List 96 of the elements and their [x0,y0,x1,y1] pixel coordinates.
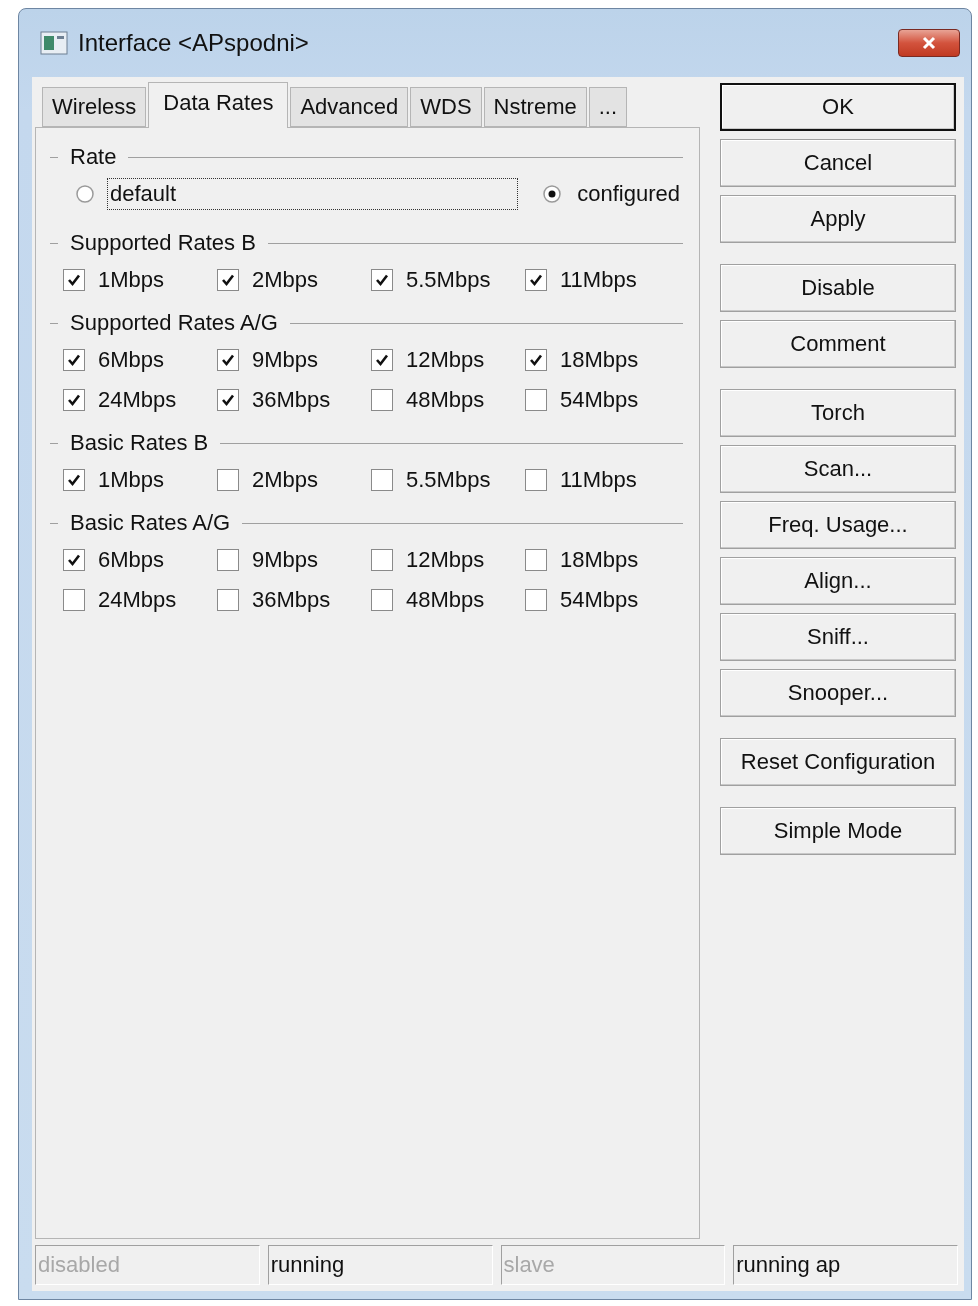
checkbox-label: 9Mbps [252,347,319,373]
checkmark-icon [67,353,81,367]
checkbox-label: 24Mbps [98,587,177,613]
dialog-button[interactable]: Simple Mode [720,807,956,855]
radio-button[interactable] [75,184,95,204]
group-heading: Supported Rates A/G [70,310,278,336]
checkbox[interactable] [63,349,85,371]
checkbox-label: 2Mbps [252,467,319,493]
checkbox[interactable] [217,549,239,571]
radio-label: default [107,178,519,210]
checkbox-label: 12Mbps [406,347,485,373]
checkmark-icon [375,273,389,287]
close-button[interactable] [898,29,960,57]
checkbox[interactable] [63,469,85,491]
checkmark-icon [67,273,81,287]
checkbox-label: 24Mbps [98,387,177,413]
tab[interactable]: WDS [410,87,482,127]
checkbox[interactable] [217,269,239,291]
checkbox-label: 11Mbps [560,467,637,493]
checkmark-icon [221,353,235,367]
dialog-button[interactable]: Comment [720,320,956,368]
dialog-button[interactable]: Cancel [720,139,956,187]
checkbox[interactable] [63,389,85,411]
checkmark-icon [221,273,235,287]
dialog-button[interactable]: Sniff... [720,613,956,661]
dialog-button[interactable]: Reset Configuration [720,738,956,786]
checkbox-label: 18Mbps [560,347,639,373]
checkbox[interactable] [63,549,85,571]
checkbox-label: 36Mbps [252,387,331,413]
checkbox[interactable] [525,469,547,491]
checkbox[interactable] [63,269,85,291]
radio-label: configured [576,180,681,208]
window-title: Interface <APspodni> [78,29,310,57]
checkbox-label: 36Mbps [252,587,331,613]
checkmark-icon [67,473,81,487]
tab[interactable]: ... [588,87,628,127]
checkbox[interactable] [371,589,393,611]
dialog-button[interactable]: Snooper... [720,669,956,717]
checkbox-label: 9Mbps [252,547,319,573]
checkbox[interactable] [525,549,547,571]
checkbox-label: 54Mbps [560,587,639,613]
checkbox[interactable] [525,269,547,291]
checkbox[interactable] [63,589,85,611]
window-icon [40,31,68,55]
dialog-button[interactable]: Apply [720,195,956,243]
tab[interactable]: Advanced [290,87,409,127]
checkbox-label: 54Mbps [560,387,639,413]
checkbox[interactable] [525,589,547,611]
checkbox[interactable] [525,349,547,371]
group-heading: Basic Rates A/G [70,510,231,536]
checkbox-label: 1Mbps [98,267,165,293]
checkbox[interactable] [371,389,393,411]
checkbox[interactable] [217,389,239,411]
status-field: running ap [733,1245,958,1285]
group-heading: Basic Rates B [70,430,209,456]
checkbox-label: 6Mbps [98,347,165,373]
checkbox-label: 48Mbps [406,387,485,413]
tab[interactable]: Nstreme [483,87,587,127]
checkbox-label: 48Mbps [406,587,485,613]
checkbox[interactable] [525,389,547,411]
checkbox-label: 18Mbps [560,547,639,573]
checkbox[interactable] [371,269,393,291]
checkmark-icon [529,273,543,287]
checkbox[interactable] [217,589,239,611]
checkbox-label: 11Mbps [560,267,637,293]
group-heading: Supported Rates B [70,230,256,256]
checkbox[interactable] [371,469,393,491]
checkbox[interactable] [217,349,239,371]
status-field: running [267,1245,493,1285]
checkbox[interactable] [217,469,239,491]
dialog-button[interactable]: Torch [720,389,956,437]
tab[interactable]: Wireless [42,87,147,127]
status-field: slave [500,1245,726,1285]
checkbox-label: 5.5Mbps [406,467,491,493]
checkmark-icon [529,353,543,367]
dialog-button[interactable]: Scan... [720,445,956,493]
checkbox-label: 1Mbps [98,467,165,493]
checkmark-icon [67,553,81,567]
checkbox-label: 12Mbps [406,547,485,573]
tab[interactable]: Data Rates [148,82,289,128]
checkmark-icon [221,393,235,407]
group-heading: Rate [70,144,117,170]
checkmark-icon [375,353,389,367]
close-icon [921,36,937,50]
dialog-button[interactable]: Align... [720,557,956,605]
checkbox-label: 5.5Mbps [406,267,491,293]
radio-button[interactable] [542,184,563,204]
checkbox-label: 2Mbps [252,267,319,293]
checkbox[interactable] [371,549,393,571]
dialog-button[interactable]: Disable [720,264,956,312]
dialog-button[interactable]: Freq. Usage... [720,501,956,549]
checkbox[interactable] [371,349,393,371]
checkmark-icon [67,393,81,407]
dialog-button[interactable]: OK [720,83,956,131]
checkbox-label: 6Mbps [98,547,165,573]
status-field: disabled [35,1245,260,1285]
